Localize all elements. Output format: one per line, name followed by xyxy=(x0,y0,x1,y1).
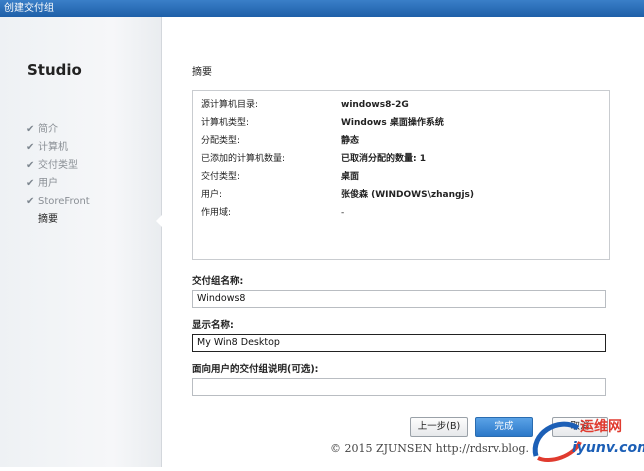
step-intro[interactable]: ✔ 简介 xyxy=(26,121,90,139)
logo-text-bottom: iyunv.com xyxy=(572,440,644,456)
logo-text-top: 运维网 xyxy=(580,419,622,435)
window-titlebar: 创建交付组 xyxy=(0,0,644,17)
summary-key: 交付类型: xyxy=(201,172,241,182)
summary-value: - xyxy=(341,208,345,218)
display-name-input[interactable]: My Win8 Desktop xyxy=(192,334,606,352)
wizard-sidebar: Studio ✔ 简介 ✔ 计算机 ✔ 交付类型 ✔ 用户 ✔ StoreFro… xyxy=(0,17,163,467)
display-name-label: 显示名称: xyxy=(192,320,234,331)
step-label: StoreFront xyxy=(38,196,90,207)
summary-row: 源计算机目录: windows8-2G xyxy=(201,97,601,113)
step-label: 计算机 xyxy=(38,142,68,153)
checkmark-icon: ✔ xyxy=(26,196,35,207)
summary-value: windows8-2G xyxy=(341,100,409,110)
step-users[interactable]: ✔ 用户 xyxy=(26,175,90,193)
step-machines[interactable]: ✔ 计算机 xyxy=(26,139,90,157)
summary-key: 源计算机目录: xyxy=(201,100,259,110)
summary-key: 分配类型: xyxy=(201,136,241,146)
checkmark-icon: ✔ xyxy=(26,142,35,153)
step-label: 简介 xyxy=(38,124,58,135)
summary-row: 分配类型: 静态 xyxy=(201,133,601,149)
summary-key: 作用域: xyxy=(201,208,232,218)
summary-key: 计算机类型: xyxy=(201,118,250,128)
back-button[interactable]: 上一步(B) xyxy=(410,417,468,437)
delivery-group-name-input[interactable]: Windows8 xyxy=(192,290,606,308)
summary-value: 静态 xyxy=(341,136,360,146)
finish-button[interactable]: 完成 xyxy=(475,417,533,437)
summary-key: 用户: xyxy=(201,190,223,200)
summary-key: 已添加的计算机数量: xyxy=(201,154,286,164)
summary-value: 桌面 xyxy=(341,172,360,182)
summary-value: 已取消分配的数量: 1 xyxy=(341,154,426,164)
delivery-group-name-label: 交付组名称: xyxy=(192,276,244,287)
step-label: 用户 xyxy=(38,178,58,189)
summary-row: 计算机类型: Windows 桌面操作系统 xyxy=(201,115,601,131)
watermark-text: © 2015 ZJUNSEN http://rdsrv.blog. xyxy=(330,442,530,455)
site-logo: 运维网 iyunv.com xyxy=(528,412,644,467)
summary-value: Windows 桌面操作系统 xyxy=(341,118,444,128)
window-title: 创建交付组 xyxy=(4,3,54,14)
brand-title: Studio xyxy=(27,61,82,79)
summary-row: 已添加的计算机数量: 已取消分配的数量: 1 xyxy=(201,151,601,167)
checkmark-icon: ✔ xyxy=(26,124,35,135)
summary-value: 张俊森 (WINDOWS\zhangjs) xyxy=(341,190,474,200)
step-delivery-type[interactable]: ✔ 交付类型 xyxy=(26,157,90,175)
step-storefront[interactable]: ✔ StoreFront xyxy=(26,193,90,211)
wizard-main: 摘要 源计算机目录: windows8-2G 计算机类型: Windows 桌面… xyxy=(180,17,620,467)
user-description-label: 面向用户的交付组说明(可选): xyxy=(192,364,319,375)
sidebar-divider xyxy=(161,17,162,467)
checkmark-icon: ✔ xyxy=(26,178,35,189)
step-summary[interactable]: 摘要 xyxy=(26,211,90,229)
summary-row: 作用域: - xyxy=(201,205,601,221)
step-label: 交付类型 xyxy=(38,160,78,171)
user-description-input[interactable] xyxy=(192,378,606,396)
step-label: 摘要 xyxy=(38,214,58,225)
summary-panel: 源计算机目录: windows8-2G 计算机类型: Windows 桌面操作系… xyxy=(192,90,610,260)
wizard-steps: ✔ 简介 ✔ 计算机 ✔ 交付类型 ✔ 用户 ✔ StoreFront 摘要 xyxy=(26,121,90,229)
summary-row: 用户: 张俊森 (WINDOWS\zhangjs) xyxy=(201,187,601,203)
summary-row: 交付类型: 桌面 xyxy=(201,169,601,185)
active-step-pointer xyxy=(156,214,163,228)
page-title: 摘要 xyxy=(192,67,212,78)
checkmark-icon: ✔ xyxy=(26,160,35,171)
